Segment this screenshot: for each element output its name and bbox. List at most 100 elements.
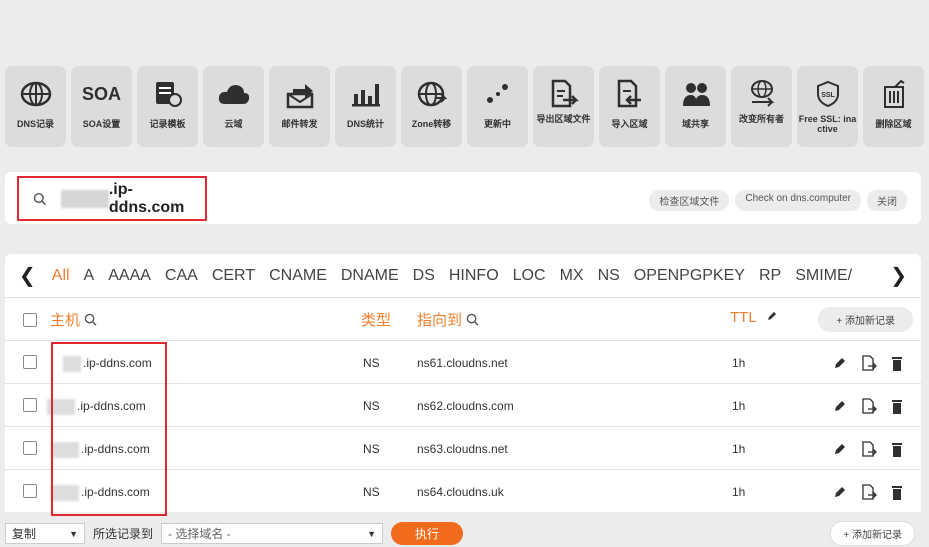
tool-free-ssl[interactable]: SSL Free SSL: inactive xyxy=(797,66,858,147)
tab-ns[interactable]: NS xyxy=(598,267,620,285)
dots-icon xyxy=(483,78,513,110)
check-zone-file-button[interactable]: 检查区域文件 xyxy=(649,190,730,211)
zone-toolbar: DNS记录 SOA SOA设置 记录模板 云域 邮件转发 DNS统计 Zone转… xyxy=(5,66,924,147)
tab-cert[interactable]: CERT xyxy=(212,267,255,285)
globe-icon xyxy=(20,78,52,110)
delete-icon[interactable] xyxy=(891,485,903,500)
tab-cname[interactable]: CNAME xyxy=(269,267,327,285)
tool-cloud-domain[interactable]: 云域 xyxy=(203,66,264,147)
type-header: 类型 xyxy=(361,312,392,329)
action-select[interactable]: 复制 ▼ xyxy=(5,523,85,544)
zone-name: .ip-ddns.com xyxy=(108,180,185,216)
search-icon[interactable] xyxy=(466,313,479,326)
host-header: 主机 xyxy=(50,309,97,330)
tool-updating[interactable]: 更新中 xyxy=(467,66,528,147)
tool-change-owner[interactable]: 改变所有者 xyxy=(731,66,792,147)
tool-domain-share[interactable]: 域共享 xyxy=(665,66,726,147)
tool-label: 云域 xyxy=(224,119,243,129)
ttl-header: TTL xyxy=(730,309,778,326)
tool-dns-stats[interactable]: DNS统计 xyxy=(335,66,396,147)
zone-name-box: .ip-ddns.com xyxy=(17,176,207,221)
tool-record-templates[interactable]: 记录模板 xyxy=(137,66,198,147)
table-header: 主机 类型 指向到 TTL + 添加新记录 xyxy=(5,297,921,340)
edit-icon[interactable] xyxy=(833,356,847,370)
svg-text:SSL: SSL xyxy=(821,92,835,99)
globe-transfer-icon xyxy=(417,78,447,110)
delete-icon[interactable] xyxy=(891,399,903,414)
ttl-cell: 1h xyxy=(732,485,746,499)
points-to-cell: ns64.cloudns.uk xyxy=(417,485,504,499)
tab-caa[interactable]: CAA xyxy=(165,267,198,285)
domain-select-value: - 选择域名 - xyxy=(168,527,231,541)
delete-icon[interactable] xyxy=(891,442,903,457)
select-all-checkbox[interactable] xyxy=(23,313,37,327)
type-cell: NS xyxy=(363,399,380,413)
import-file-icon xyxy=(615,78,645,110)
type-cell: NS xyxy=(363,442,380,456)
tool-label: DNS统计 xyxy=(346,119,384,129)
row-actions xyxy=(833,398,903,414)
tool-label: 更新中 xyxy=(483,119,511,129)
tab-mx[interactable]: MX xyxy=(560,267,584,285)
tool-soa-settings[interactable]: SOA SOA设置 xyxy=(71,66,132,147)
redacted-block xyxy=(60,189,109,208)
edit-icon[interactable] xyxy=(833,399,847,413)
host-header-label: 主机 xyxy=(50,312,81,329)
delete-icon[interactable] xyxy=(891,356,903,371)
users-icon xyxy=(681,78,711,110)
chevron-right-icon[interactable]: ❯ xyxy=(886,263,907,288)
tool-label: 删除区域 xyxy=(875,119,912,129)
points-to-cell: ns61.cloudns.net xyxy=(417,356,508,370)
ttl-cell: 1h xyxy=(732,399,746,413)
row-checkbox[interactable] xyxy=(23,398,37,412)
points-to-header-label: 指向到 xyxy=(417,312,463,329)
caret-down-icon: ▼ xyxy=(69,528,78,539)
tool-mail-forward[interactable]: 邮件转发 xyxy=(269,66,330,147)
caret-down-icon: ▼ xyxy=(367,528,377,539)
export-record-icon[interactable] xyxy=(861,441,877,457)
chevron-left-icon[interactable]: ❮ xyxy=(19,263,36,288)
execute-button[interactable]: 执行 xyxy=(391,522,464,545)
host-highlight-box xyxy=(51,342,167,516)
tab-ds[interactable]: DS xyxy=(413,267,435,285)
tool-export-zone[interactable]: 导出区域文件 xyxy=(533,66,594,147)
add-record-button-bottom[interactable]: + 添加新记录 xyxy=(830,521,915,546)
export-record-icon[interactable] xyxy=(861,484,877,500)
close-button[interactable]: 关闭 xyxy=(867,190,907,211)
domain-select[interactable]: - 选择域名 - ▼ xyxy=(161,523,384,544)
check-dns-computer-button[interactable]: Check on dns.computer xyxy=(735,190,861,211)
pencil-icon[interactable] xyxy=(766,310,778,322)
tab-dname[interactable]: DNAME xyxy=(341,267,399,285)
export-record-icon[interactable] xyxy=(861,355,877,371)
zone-bar: .ip-ddns.com 检查区域文件 Check on dns.compute… xyxy=(5,172,921,224)
tab-aaaa[interactable]: AAAA xyxy=(108,267,151,285)
row-checkbox[interactable] xyxy=(23,441,37,455)
record-type-tabs: ❮ All A AAAA CAA CERT CNAME DNAME DS HIN… xyxy=(5,254,921,297)
tab-all[interactable]: All xyxy=(52,267,70,285)
tab-hinfo[interactable]: HINFO xyxy=(449,267,499,285)
export-record-icon[interactable] xyxy=(861,398,877,414)
tool-dns-records[interactable]: DNS记录 xyxy=(5,66,66,147)
search-icon[interactable] xyxy=(33,192,47,206)
zone-actions: 检查区域文件 Check on dns.computer 关闭 xyxy=(649,190,907,211)
edit-icon[interactable] xyxy=(833,442,847,456)
points-to-cell: ns62.cloudns.com xyxy=(417,399,514,413)
tool-zone-transfer[interactable]: Zone转移 xyxy=(401,66,462,147)
add-record-button[interactable]: + 添加新记录 xyxy=(818,307,913,332)
row-checkbox[interactable] xyxy=(23,355,37,369)
tab-rp[interactable]: RP xyxy=(759,267,781,285)
tab-loc[interactable]: LOC xyxy=(513,267,546,285)
row-actions xyxy=(833,484,903,500)
tool-import-zone[interactable]: 导入区域 xyxy=(599,66,660,147)
edit-icon[interactable] xyxy=(833,485,847,499)
tool-label: 导出区域文件 xyxy=(536,114,591,124)
tab-smimea[interactable]: SMIME/ xyxy=(795,267,852,285)
tab-a[interactable]: A xyxy=(84,267,95,285)
bar-chart-icon xyxy=(351,78,381,110)
search-icon[interactable] xyxy=(84,313,97,326)
tool-delete-zone[interactable]: 删除区域 xyxy=(863,66,924,147)
tool-label: DNS记录 xyxy=(16,119,54,129)
row-checkbox[interactable] xyxy=(23,484,37,498)
tab-openpgpkey[interactable]: OPENPGPKEY xyxy=(634,267,745,285)
points-to-cell: ns63.cloudns.net xyxy=(417,442,508,456)
